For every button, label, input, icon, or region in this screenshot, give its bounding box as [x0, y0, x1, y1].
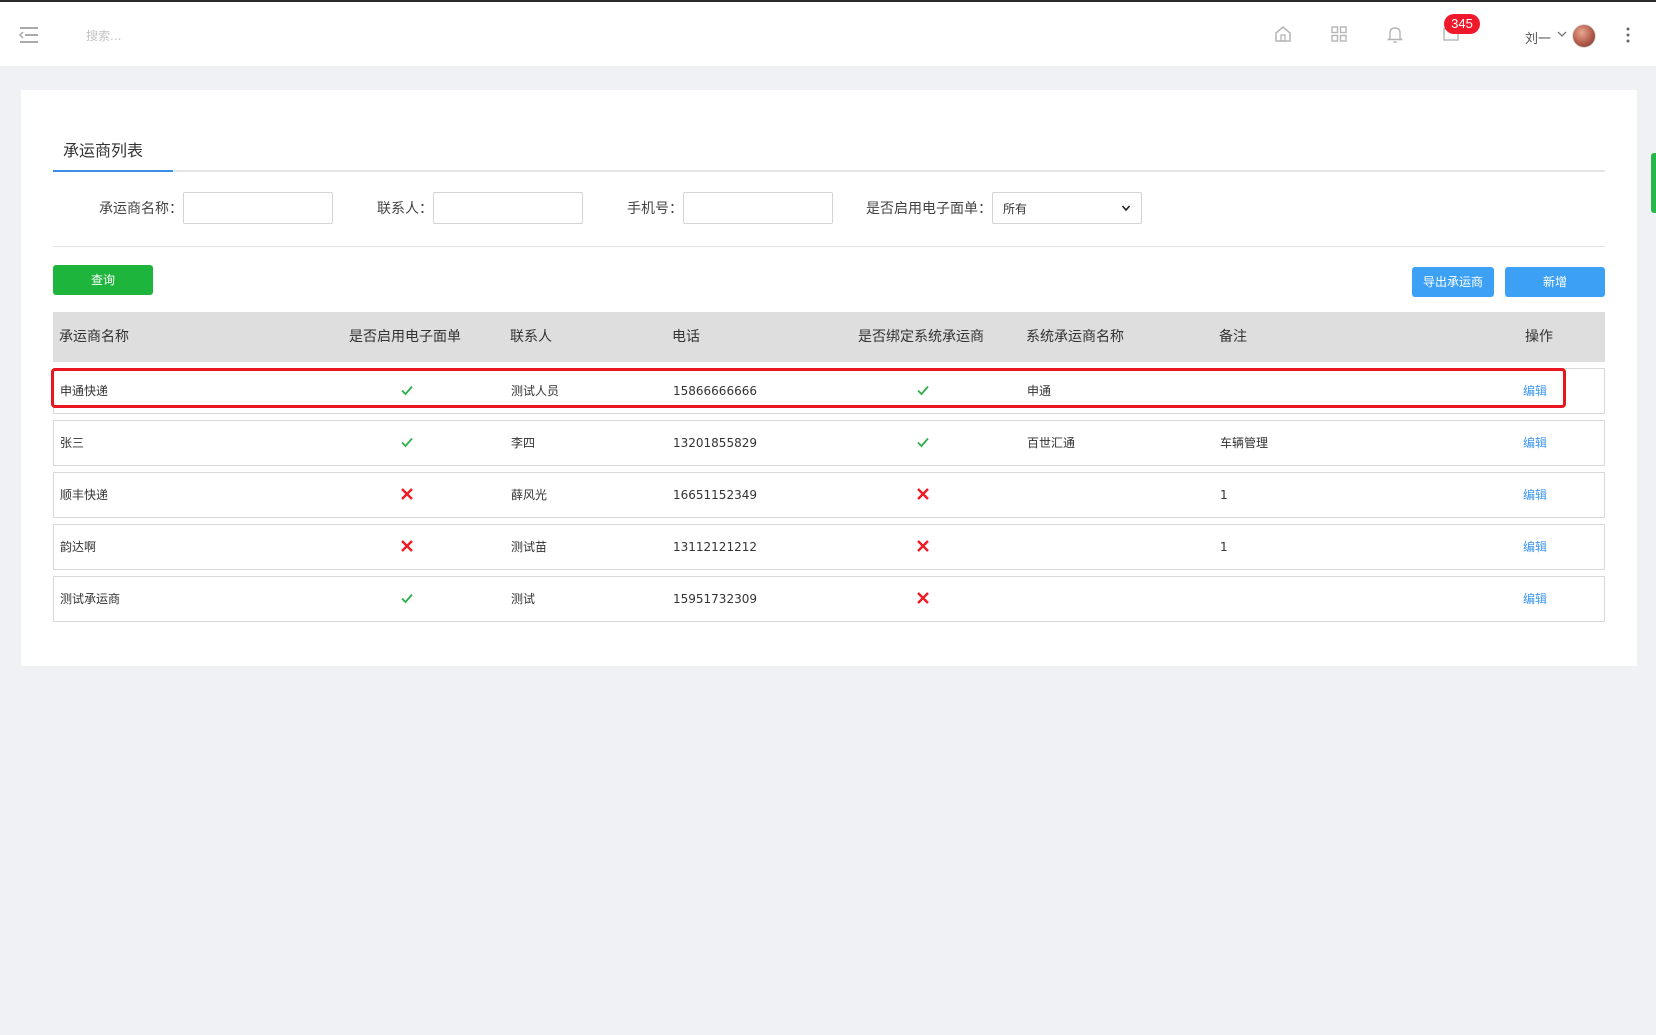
col-contact: 联系人 — [510, 329, 552, 345]
cell-carrier-name: 申通快递 — [60, 384, 109, 398]
edit-link[interactable]: 编辑 — [1523, 525, 1547, 569]
cell-carrier-name: 韵达啊 — [60, 540, 97, 554]
col-remark: 备注 — [1219, 329, 1247, 345]
content-card: 承运商列表 承运商名称： 联系人： 手机号： 是否启用电子面单： 所有 查询 导… — [21, 90, 1637, 666]
cell-system-name: 百世汇通 — [1027, 436, 1076, 450]
check-icon — [915, 382, 931, 398]
ewaybill-select[interactable]: 所有 — [992, 192, 1142, 224]
filter-carrier-name: 承运商名称： — [99, 192, 333, 224]
top-bar: 345 刘一 — [0, 0, 1656, 66]
contact-label: 联系人： — [377, 201, 433, 217]
table-header: 承运商名称 是否启用电子面单 联系人 电话 是否绑定系统承运商 系统承运商名称 … — [53, 312, 1605, 362]
carrier-name-label: 承运商名称： — [99, 201, 183, 217]
cell-contact: 测试人员 — [511, 384, 560, 398]
home-icon[interactable] — [1273, 24, 1293, 44]
chevron-down-icon[interactable] — [1556, 28, 1568, 40]
cross-icon — [915, 486, 931, 502]
cell-phone: 15951732309 — [673, 592, 757, 606]
tab-carrier-list[interactable]: 承运商列表 — [53, 140, 173, 172]
ewaybill-select-value: 所有 — [1003, 201, 1028, 216]
col-ewaybill: 是否启用电子面单 — [349, 329, 461, 345]
cross-icon — [399, 538, 415, 554]
user-name[interactable]: 刘一 — [1525, 28, 1551, 47]
cell-contact: 薛风光 — [511, 488, 548, 502]
side-scroll-tab[interactable] — [1651, 153, 1656, 213]
cell-phone: 15866666666 — [673, 384, 757, 398]
contact-input[interactable] — [433, 192, 583, 224]
apps-grid-icon[interactable] — [1329, 24, 1349, 44]
ewaybill-label: 是否启用电子面单： — [866, 201, 992, 217]
cell-contact: 测试 — [511, 592, 536, 606]
cross-icon — [399, 486, 415, 502]
col-system-name: 系统承运商名称 — [1026, 329, 1124, 345]
search-input[interactable] — [86, 22, 286, 50]
chevron-down-icon — [1121, 205, 1131, 212]
table-row: 顺丰快递 薛风光 16651152349 1 编辑 — [53, 472, 1605, 518]
filter-ewaybill: 是否启用电子面单： 所有 — [866, 192, 1142, 224]
check-icon — [399, 434, 415, 450]
cross-icon — [915, 538, 931, 554]
phone-label: 手机号： — [627, 201, 683, 217]
check-icon — [915, 434, 931, 450]
table-row: 韵达啊 测试苗 13112121212 1 编辑 — [53, 524, 1605, 570]
cell-system-name: 申通 — [1027, 384, 1052, 398]
cell-contact: 李四 — [511, 436, 536, 450]
notification-badge: 345 — [1444, 14, 1480, 34]
cell-phone: 13112121212 — [673, 540, 757, 554]
col-carrier-name: 承运商名称 — [59, 329, 129, 345]
filter-phone: 手机号： — [627, 192, 833, 224]
check-icon — [399, 382, 415, 398]
bell-icon[interactable] — [1385, 24, 1405, 44]
edit-link[interactable]: 编辑 — [1523, 421, 1547, 465]
cell-remark: 1 — [1220, 540, 1228, 554]
cell-phone: 13201855829 — [673, 436, 757, 450]
avatar[interactable] — [1572, 24, 1596, 48]
carrier-name-input[interactable] — [183, 192, 333, 224]
export-carriers-button[interactable]: 导出承运商 — [1412, 267, 1494, 297]
edit-link[interactable]: 编辑 — [1523, 473, 1547, 517]
tab-bar: 承运商列表 — [53, 140, 1605, 172]
edit-link[interactable]: 编辑 — [1523, 369, 1547, 413]
table-row: 测试承运商 测试 15951732309 编辑 — [53, 576, 1605, 622]
filter-divider — [53, 246, 1605, 247]
cell-carrier-name: 顺丰快递 — [60, 488, 109, 502]
menu-toggle-icon[interactable] — [18, 24, 40, 46]
phone-input[interactable] — [683, 192, 833, 224]
cell-remark: 车辆管理 — [1220, 436, 1269, 450]
col-action: 操作 — [1525, 329, 1553, 345]
cross-icon — [915, 590, 931, 606]
more-vertical-icon[interactable] — [1620, 24, 1636, 46]
table-row: 张三 李四 13201855829 百世汇通 车辆管理 编辑 — [53, 420, 1605, 466]
edit-link[interactable]: 编辑 — [1523, 577, 1547, 621]
check-icon — [399, 590, 415, 606]
cell-carrier-name: 张三 — [60, 436, 85, 450]
filter-contact: 联系人： — [377, 192, 583, 224]
col-phone: 电话 — [672, 329, 700, 345]
cell-remark: 1 — [1220, 488, 1228, 502]
add-button[interactable]: 新增 — [1505, 267, 1605, 297]
col-bound-system: 是否绑定系统承运商 — [858, 329, 984, 345]
cell-phone: 16651152349 — [673, 488, 757, 502]
cell-contact: 测试苗 — [511, 540, 548, 554]
query-button[interactable]: 查询 — [53, 265, 153, 295]
cell-carrier-name: 测试承运商 — [60, 592, 121, 606]
table-row: 申通快递 测试人员 15866666666 申通 编辑 — [53, 368, 1605, 414]
